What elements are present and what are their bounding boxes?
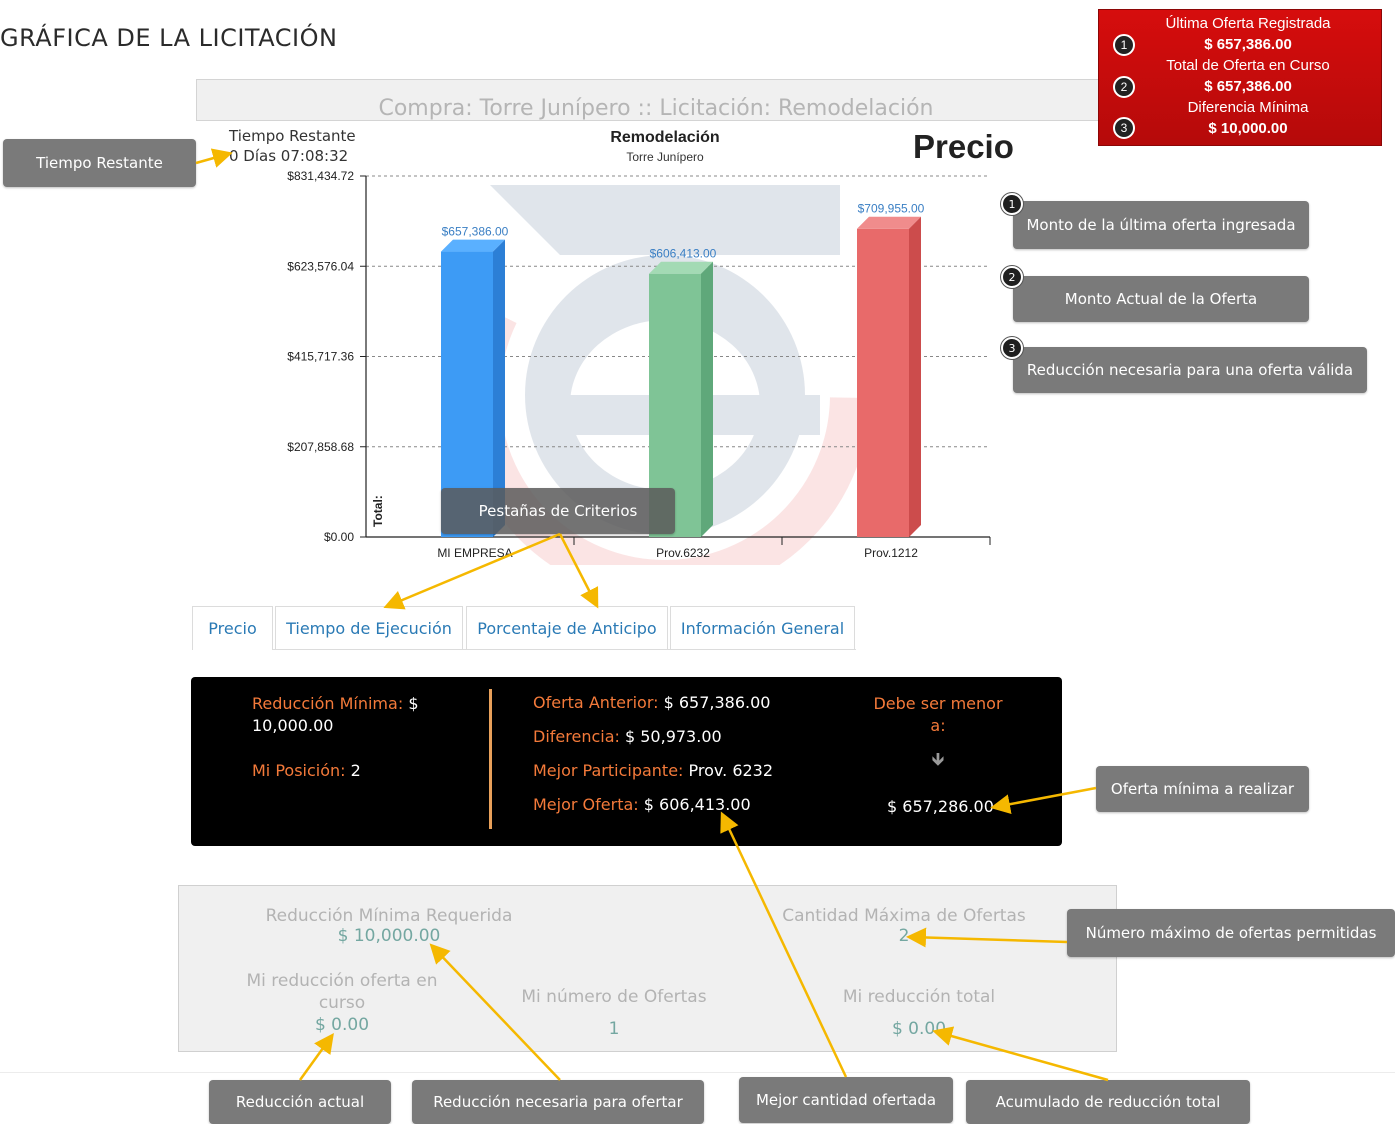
diferencia-minima-value: $ 10,000.00 [1208, 120, 1288, 137]
mejor-participante-value: Prov. 6232 [688, 761, 774, 780]
bar-value-label: $606,413.00 [650, 247, 717, 261]
y-tick-label: $831,434.72 [287, 169, 354, 183]
total-oferta-label: Total de Oferta en Curso [1166, 57, 1330, 74]
y-tick-label: $0.00 [324, 530, 354, 544]
ultima-oferta-value: $ 657,386.00 [1204, 36, 1292, 53]
oferta-anterior-value: $ 657,386.00 [663, 693, 771, 712]
callout-reduccion-actual: Reducción actual [209, 1080, 391, 1124]
mejor-oferta-value: $ 606,413.00 [643, 795, 751, 814]
diferencia-minima-label: Diferencia Mínima [1187, 99, 1309, 116]
mi-numero-ofertas: Mi número de Ofertas 1 [499, 981, 729, 1045]
diferencia-value: $ 50,973.00 [624, 727, 722, 746]
mi-reduccion-curso-value: $ 0.00 [314, 1015, 370, 1035]
offer-summary-panel: 1 2 3 Última Oferta Registrada $ 657,386… [1098, 9, 1382, 146]
bar [857, 228, 909, 537]
bar-side [909, 216, 921, 537]
callout-badge-1: 1 [1001, 193, 1023, 215]
bar-value-label: $709,955.00 [858, 202, 925, 216]
tabs-divider [272, 649, 856, 650]
y-tick-label: $623,576.04 [287, 259, 354, 273]
diferencia: Diferencia: $ 50,973.00 [533, 727, 722, 746]
callout-reduccion-valida: Reducción necesaria para una oferta váli… [1013, 347, 1367, 393]
mejor-participante: Mejor Participante: Prov. 6232 [533, 761, 773, 780]
callout-oferta-minima: Oferta mínima a realizar [1096, 766, 1309, 812]
callout-monto-ultima: Monto de la última oferta ingresada [1013, 201, 1309, 249]
licitacion-header: Compra: Torre Junípero :: Licitación: Re… [196, 79, 1116, 121]
footer-divider [0, 1072, 1395, 1073]
cantidad-maxima-label: Cantidad Máxima de Ofertas [782, 906, 1026, 926]
mi-reduccion-curso-label: Mi reducción oferta en curso [246, 971, 438, 1013]
reduccion-requerida-label: Reducción Mínima Requerida [265, 906, 513, 926]
x-tick-label: Prov.1212 [864, 546, 918, 560]
mi-posicion-value: 2 [350, 761, 361, 780]
bar-side [701, 261, 713, 537]
cantidad-maxima-value: 2 [898, 926, 910, 946]
callout-badge-2: 2 [1001, 266, 1023, 288]
mi-numero-ofertas-label: Mi número de Ofertas [521, 987, 707, 1007]
diferencia-label: Diferencia: [533, 727, 620, 746]
mejor-participante-label: Mejor Participante: [533, 761, 684, 780]
bar-value-label: $657,386.00 [442, 225, 509, 239]
callout-tiempo-restante: Tiempo Restante [3, 139, 196, 187]
oferta-minima-value: $ 657,286.00 [887, 797, 994, 816]
tab-porcentaje-anticipo[interactable]: Porcentaje de Anticipo [466, 606, 668, 650]
reduccion-requerida-value: $ 10,000.00 [337, 926, 441, 946]
offer-status-panel: Reducción Mínima: $ 10,000.00 Mi Posició… [191, 677, 1062, 846]
total-oferta-value: $ 657,386.00 [1204, 78, 1292, 95]
tab-tiempo-ejecucion[interactable]: Tiempo de Ejecución [275, 606, 463, 650]
callout-reduccion-ofertar: Reducción necesaria para ofertar [412, 1080, 704, 1124]
mi-reduccion-total-value: $ 0.00 [891, 1019, 947, 1039]
tab-informacion-general[interactable]: Información General [670, 606, 855, 650]
x-tick-label: MI EMPRESA [437, 546, 512, 560]
mi-reduccion-total-label: Mi reducción total [842, 987, 996, 1007]
mi-reduccion-total: Mi reducción total $ 0.00 [809, 981, 1029, 1045]
reduccion-requerida: Reducción Mínima Requerida $ 10,000.00 [239, 906, 539, 946]
chart-title: Remodelación [610, 129, 719, 146]
mejor-oferta: Mejor Oferta: $ 606,413.00 [533, 795, 751, 814]
summary-badge-1: 1 [1113, 34, 1135, 56]
callout-acumulado: Acumulado de reducción total [966, 1080, 1250, 1124]
x-tick-label: Prov.6232 [656, 546, 710, 560]
mi-numero-ofertas-value: 1 [608, 1019, 620, 1039]
callout-pestanas: Pestañas de Criterios [441, 488, 675, 534]
callout-mejor-cantidad: Mejor cantidad ofertada [739, 1077, 953, 1123]
page-title: GRÁFICA DE LA LICITACIÓN [0, 24, 338, 52]
arrow-down-icon: 🡻 [931, 749, 945, 770]
offer-limits-panel: Reducción Mínima Requerida $ 10,000.00 C… [178, 885, 1117, 1052]
ultima-oferta-label: Última Oferta Registrada [1165, 15, 1331, 32]
cantidad-maxima: Cantidad Máxima de Ofertas 2 [759, 906, 1049, 946]
tab-precio[interactable]: Precio [192, 606, 273, 650]
y-axis-label: Total: [371, 495, 385, 527]
callout-monto-actual: Monto Actual de la Oferta [1013, 276, 1309, 322]
arrow-tiempo-restante [195, 148, 233, 168]
mi-posicion-label: Mi Posición: [252, 761, 346, 780]
y-tick-label: $207,858.68 [287, 440, 354, 454]
mi-posicion: Mi Posición: 2 [252, 761, 361, 780]
panel-divider [489, 689, 492, 829]
mejor-oferta-label: Mejor Oferta: [533, 795, 639, 814]
y-tick-label: $415,717.36 [287, 350, 354, 364]
oferta-anterior: Oferta Anterior: $ 657,386.00 [533, 693, 770, 712]
callout-numero-maximo: Número máximo de ofertas permitidas [1067, 909, 1395, 957]
chart-subtitle: Torre Junípero [626, 150, 704, 164]
reduccion-minima-label: Reducción Mínima: [252, 694, 404, 713]
summary-badge-2: 2 [1113, 76, 1135, 98]
summary-badge-3: 3 [1113, 117, 1135, 139]
oferta-anterior-label: Oferta Anterior: [533, 693, 659, 712]
reduccion-minima: Reducción Mínima: $ 10,000.00 [252, 693, 427, 737]
callout-badge-3: 3 [1001, 337, 1023, 359]
mi-reduccion-curso: Mi reducción oferta en curso $ 0.00 [239, 970, 445, 1036]
debe-ser-menor: Debe ser menor a: [873, 694, 1003, 735]
licitacion-header-text: Compra: Torre Junípero :: Licitación: Re… [378, 96, 934, 121]
